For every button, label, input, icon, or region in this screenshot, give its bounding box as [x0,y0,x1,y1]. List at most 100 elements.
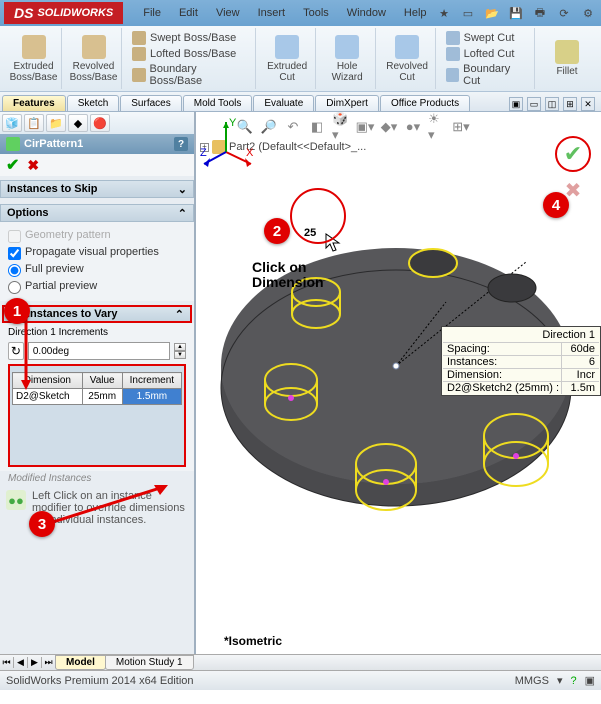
full-preview-radio[interactable]: Full preview [8,263,186,277]
propagate-checkbox[interactable]: Propagate visual properties [8,246,186,260]
tab-surfaces[interactable]: Surfaces [120,95,181,111]
pm-ok-button[interactable]: ✔ [6,155,19,175]
section-instances-skip[interactable]: Instances to Skip ⌄ [0,180,194,198]
revolved-boss-button[interactable]: Revolved Boss/Base [70,35,118,83]
status-text: SolidWorks Premium 2014 x64 Edition [6,675,194,687]
tab-motion-study[interactable]: Motion Study 1 [105,655,194,670]
menu-view[interactable]: View [216,7,240,19]
vary-body: Direction 1 Increments ↻ ▲▼ DimensionVal… [0,323,194,471]
swept-cut-button[interactable]: Swept Cut [446,31,515,45]
direction-callout[interactable]: Direction 1 Spacing:60de Instances:6 Dim… [441,326,601,396]
revolved-cut-button[interactable]: Revolved Cut [386,35,428,83]
title-bar: DS SOLIDWORKS File Edit View Insert Tool… [0,0,601,26]
config-mgr-icon[interactable]: 📁 [46,114,66,132]
boundary-boss-button[interactable]: Boundary Boss/Base [132,63,249,87]
rebuild-icon[interactable]: ⟳ [555,4,573,22]
save-icon[interactable]: 💾 [507,4,525,22]
view-icon-close[interactable]: ✕ [581,97,595,111]
tab-model[interactable]: Model [55,655,106,670]
modified-instances-label: Modified Instances [0,471,194,486]
dimxpert-mgr-icon[interactable]: ◆ [68,114,88,132]
tab-sketch[interactable]: Sketch [67,95,120,111]
chevron-up-icon[interactable]: ⌃ [178,207,187,220]
display-mgr-icon[interactable]: 🔴 [90,114,110,132]
menu-help[interactable]: Help [404,7,427,19]
spin-up-button[interactable]: ▲ [174,343,186,351]
status-rebuild-icon[interactable]: ▾ [557,674,563,687]
app-logo: DS SOLIDWORKS [4,2,123,24]
cell-increment[interactable]: 1.5mm [122,389,181,405]
instructions: ●● Left Click on an instance modifier to… [0,486,194,530]
pm-title-bar: CirPattern1 ? [0,134,194,154]
view-icon-1[interactable]: ▣ [509,97,523,111]
lofted-cut-button[interactable]: Lofted Cut [446,47,515,61]
main-menu: File Edit View Insert Tools Window Help [143,7,426,19]
status-custom-icon[interactable]: ▣ [585,674,595,687]
status-bar: SolidWorks Premium 2014 x64 Edition MMGS… [0,670,601,690]
tab-mold-tools[interactable]: Mold Tools [183,95,253,111]
units-button[interactable]: MMGS [515,675,549,687]
angle-icon: ↻ [8,342,24,360]
options-icon[interactable]: ⚙ [579,4,597,22]
partial-preview-radio[interactable]: Partial preview [8,280,186,294]
view-icon-4[interactable]: ⊞ [563,97,577,111]
cell-dimension[interactable]: D2@Sketch [13,389,83,405]
tab-next-button[interactable]: ▶ [28,657,42,668]
tab-features[interactable]: Features [2,95,66,111]
pm-title: CirPattern1 [24,138,83,150]
col-value: Value [82,373,122,389]
vary-table: DimensionValueIncrement D2@Sketch 25mm 1… [12,372,182,405]
svg-text:Z: Z [200,147,207,159]
boundary-cut-button[interactable]: Boundary Cut [446,63,528,87]
pm-help-button[interactable]: ? [174,137,188,151]
svg-text:X: X [246,147,254,159]
tab-evaluate[interactable]: Evaluate [253,95,314,111]
hole-wizard-button[interactable]: Hole Wizard [332,35,363,83]
tab-prev-button[interactable]: ◀ [14,657,28,668]
graphics-area[interactable]: 🔍 🔎 ↶ ◧ 🎲▾ ▣▾ ◆▾ ●▾ ☀▾ ⊞▾ + Part2 (Defau… [196,112,601,654]
cell-value[interactable]: 25mm [82,389,122,405]
ds-logo-icon: DS [14,5,33,21]
command-ribbon: Extruded Boss/Base Revolved Boss/Base Sw… [0,26,601,92]
spin-down-button[interactable]: ▼ [174,351,186,359]
property-manager: 🧊 📋 📁 ◆ 🔴 CirPattern1 ? ✔ ✖ Instances to… [0,112,196,654]
view-icon-3[interactable]: ◫ [545,97,559,111]
col-increment: Increment [122,373,181,389]
feature-tree-icon[interactable]: 🧊 [2,114,22,132]
property-mgr-icon[interactable]: 📋 [24,114,44,132]
menu-tools[interactable]: Tools [303,7,329,19]
section-instances-vary[interactable]: Instances to Vary ⌃ [2,305,192,323]
swept-boss-button[interactable]: Swept Boss/Base [132,31,236,45]
tab-office-products[interactable]: Office Products [380,95,470,111]
tab-last-button[interactable]: ⏭ [42,657,56,668]
menu-edit[interactable]: Edit [179,7,198,19]
star-icon[interactable]: ★ [435,4,453,22]
callout-title: Direction 1 [443,328,599,342]
chevron-up-icon[interactable]: ⌃ [175,308,184,321]
direction-label: Direction 1 Increments [8,327,186,338]
extruded-cut-button[interactable]: Extruded Cut [267,35,307,83]
tab-dimxpert[interactable]: DimXpert [315,95,379,111]
menu-insert[interactable]: Insert [258,7,286,19]
tab-first-button[interactable]: ⏮ [0,657,14,668]
view-icon-2[interactable]: ▭ [527,97,541,111]
fillet-button[interactable]: Fillet [555,40,579,77]
pm-cancel-button[interactable]: ✖ [27,157,39,174]
angle-input[interactable] [28,342,170,360]
section-options[interactable]: Options ⌃ [0,204,194,222]
chevron-down-icon[interactable]: ⌄ [178,183,187,196]
print-icon[interactable]: 🖶 [531,4,549,22]
command-tabs: Features Sketch Surfaces Mold Tools Eval… [0,92,601,112]
menu-window[interactable]: Window [347,7,386,19]
geometry-pattern-checkbox[interactable]: Geometry pattern [8,229,186,243]
status-help-icon[interactable]: ? [570,675,576,687]
open-icon[interactable]: 📂 [483,4,501,22]
lofted-boss-button[interactable]: Lofted Boss/Base [132,47,236,61]
instances-vary-checkbox[interactable] [10,308,23,321]
new-icon[interactable]: ▭ [459,4,477,22]
menu-file[interactable]: File [143,7,161,19]
col-dimension: Dimension [13,373,83,389]
extruded-boss-button[interactable]: Extruded Boss/Base [10,35,58,83]
svg-text:Y: Y [229,117,237,129]
bottom-tabs: ⏮ ◀ ▶ ⏭ Model Motion Study 1 [0,654,601,670]
